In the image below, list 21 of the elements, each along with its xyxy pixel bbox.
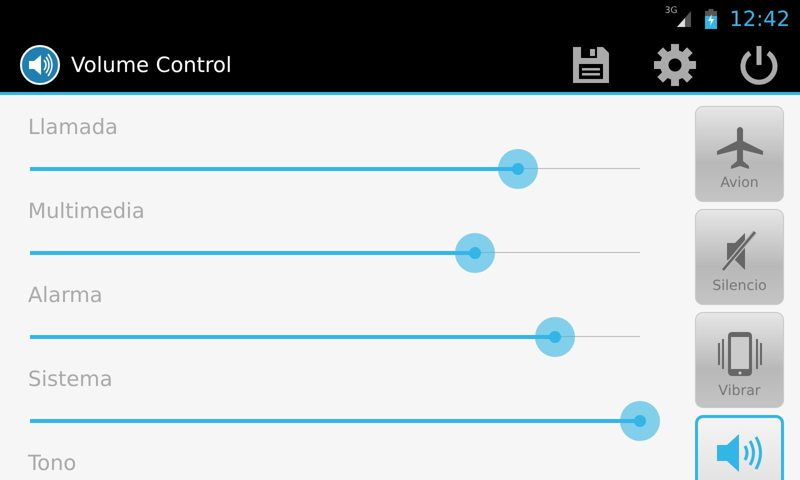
volume-label: Llamada bbox=[28, 114, 119, 141]
app-title: Volume Control bbox=[71, 53, 232, 77]
slider-thumb[interactable] bbox=[534, 317, 575, 357]
speaker-icon bbox=[20, 45, 60, 85]
slider-thumb[interactable] bbox=[498, 149, 538, 189]
slider-thumb[interactable] bbox=[620, 401, 660, 441]
clock-time: 12:42 bbox=[729, 7, 790, 31]
volume-label: Alarma bbox=[28, 282, 104, 309]
network-type: 3G bbox=[664, 6, 678, 16]
mode-button[interactable]: Avion bbox=[695, 106, 784, 202]
mode-button[interactable]: Vibrar bbox=[695, 312, 784, 408]
volume-label: Sistema bbox=[28, 366, 114, 393]
volume-label: Multimedia bbox=[28, 198, 146, 225]
battery-charging-icon bbox=[705, 9, 718, 29]
mode-button[interactable]: Silencio bbox=[695, 209, 784, 305]
settings-icon bbox=[653, 43, 697, 87]
volume-label: Tono bbox=[28, 450, 78, 477]
airplane-icon bbox=[714, 125, 764, 171]
slider-thumb[interactable] bbox=[455, 233, 496, 273]
power-icon bbox=[738, 44, 780, 86]
signal-icon bbox=[677, 11, 692, 27]
